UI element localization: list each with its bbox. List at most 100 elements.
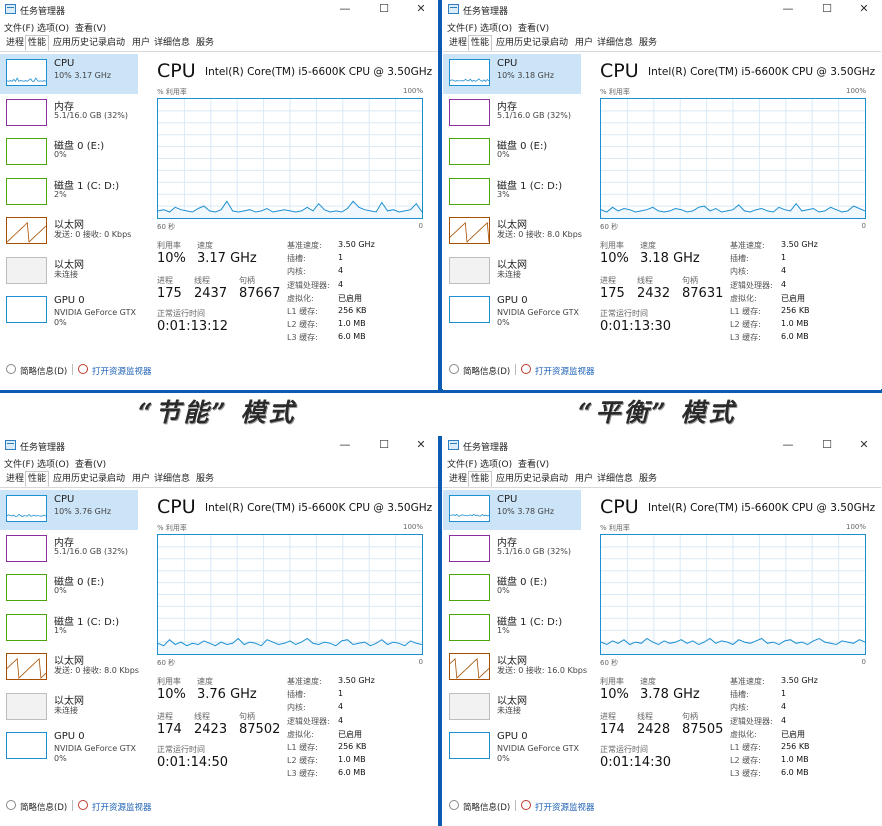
sidebar-item-disk-1[interactable]: 磁盘 1 (C: D:) 2% bbox=[0, 173, 138, 213]
brief-info-button[interactable]: 简略信息(D) bbox=[20, 801, 67, 813]
minimize-button[interactable]: — bbox=[330, 1, 360, 17]
chevron-up-icon[interactable] bbox=[449, 800, 459, 810]
spec-key: L2 缓存: bbox=[730, 756, 761, 766]
tab-0[interactable]: 进程 bbox=[447, 36, 469, 50]
menu-item-0[interactable]: 文件(F) bbox=[447, 21, 477, 34]
sidebar-item-cpu[interactable]: CPU 10% 3.18 GHz bbox=[443, 54, 581, 94]
menu-item-0[interactable]: 文件(F) bbox=[4, 457, 34, 470]
sidebar-item-ethernet-2[interactable]: 以太网 未连接 bbox=[443, 688, 581, 728]
tab-6[interactable]: 服务 bbox=[194, 36, 216, 50]
menu-item-0[interactable]: 文件(F) bbox=[4, 21, 34, 34]
tab-3[interactable]: 启动 bbox=[105, 472, 127, 486]
cpu-model-name: Intel(R) Core(TM) i5-6600K CPU @ 3.50GHz bbox=[648, 502, 876, 514]
sidebar-item-ethernet-1[interactable]: 以太网 发送: 0 接收: 16.0 Kbps bbox=[443, 648, 587, 688]
sidebar-item-ethernet-1[interactable]: 以太网 发送: 0 接收: 0 Kbps bbox=[0, 212, 138, 252]
sidebar-item-memory[interactable]: 内存 5.1/16.0 GB (32%) bbox=[0, 94, 138, 134]
sidebar-item-label: GPU 0 bbox=[497, 731, 528, 742]
sidebar-item-memory[interactable]: 内存 5.1/16.0 GB (32%) bbox=[0, 530, 138, 570]
menu-item-2[interactable]: 查看(V) bbox=[75, 21, 106, 34]
menu-item-1[interactable]: 选项(O) bbox=[37, 21, 69, 34]
menu-item-2[interactable]: 查看(V) bbox=[75, 457, 106, 470]
open-resource-monitor-link[interactable]: 打开资源监视器 bbox=[92, 801, 152, 813]
tab-1[interactable]: 性能 bbox=[25, 471, 50, 487]
tab-6[interactable]: 服务 bbox=[194, 472, 216, 486]
footer-divider bbox=[72, 800, 73, 811]
brief-info-button[interactable]: 简略信息(D) bbox=[20, 365, 67, 377]
sidebar-item-ethernet-1[interactable]: 以太网 发送: 0 接收: 8.0 Kbps bbox=[0, 648, 139, 688]
maximize-button[interactable]: ☐ bbox=[812, 437, 842, 453]
sidebar-item-ethernet-1[interactable]: 以太网 发送: 0 接收: 8.0 Kbps bbox=[443, 212, 582, 252]
minimize-button[interactable]: — bbox=[330, 437, 360, 453]
tab-0[interactable]: 进程 bbox=[4, 472, 26, 486]
sidebar-item-memory[interactable]: 内存 5.1/16.0 GB (32%) bbox=[443, 530, 581, 570]
maximize-button[interactable]: ☐ bbox=[812, 1, 842, 17]
tab-4[interactable]: 用户 bbox=[573, 472, 595, 486]
resource-monitor-icon[interactable] bbox=[521, 364, 531, 374]
sidebar-item-disk-1[interactable]: 磁盘 1 (C: D:) 1% bbox=[443, 609, 581, 649]
chevron-up-icon[interactable] bbox=[6, 364, 16, 374]
close-button[interactable]: ✕ bbox=[849, 437, 879, 453]
menu-item-2[interactable]: 查看(V) bbox=[518, 457, 549, 470]
tab-6[interactable]: 服务 bbox=[637, 36, 659, 50]
tab-5[interactable]: 详细信息 bbox=[595, 472, 635, 486]
resource-monitor-icon[interactable] bbox=[521, 800, 531, 810]
open-resource-monitor-link[interactable]: 打开资源监视器 bbox=[535, 801, 595, 813]
menu-item-1[interactable]: 选项(O) bbox=[480, 457, 512, 470]
sidebar-item-ethernet-2[interactable]: 以太网 未连接 bbox=[0, 688, 138, 728]
close-button[interactable]: ✕ bbox=[406, 1, 436, 17]
tab-3[interactable]: 启动 bbox=[548, 472, 570, 486]
close-button[interactable]: ✕ bbox=[849, 1, 879, 17]
tab-5[interactable]: 详细信息 bbox=[152, 472, 192, 486]
tab-4[interactable]: 用户 bbox=[573, 36, 595, 50]
maximize-button[interactable]: ☐ bbox=[369, 437, 399, 453]
chevron-up-icon[interactable] bbox=[449, 364, 459, 374]
tab-4[interactable]: 用户 bbox=[130, 36, 152, 50]
sidebar-item-disk-0[interactable]: 磁盘 0 (E:) 0% bbox=[0, 569, 138, 609]
open-resource-monitor-link[interactable]: 打开资源监视器 bbox=[92, 365, 152, 377]
menu-item-0[interactable]: 文件(F) bbox=[447, 457, 477, 470]
maximize-button[interactable]: ☐ bbox=[369, 1, 399, 17]
tab-5[interactable]: 详细信息 bbox=[595, 36, 635, 50]
tab-0[interactable]: 进程 bbox=[4, 36, 26, 50]
tab-0[interactable]: 进程 bbox=[447, 472, 469, 486]
sidebar-item-disk-1[interactable]: 磁盘 1 (C: D:) 1% bbox=[0, 609, 138, 649]
chevron-up-icon[interactable] bbox=[6, 800, 16, 810]
tab-6[interactable]: 服务 bbox=[637, 472, 659, 486]
brief-info-button[interactable]: 简略信息(D) bbox=[463, 365, 510, 377]
menu-item-1[interactable]: 选项(O) bbox=[480, 21, 512, 34]
tab-1[interactable]: 性能 bbox=[468, 35, 493, 51]
tab-2[interactable]: 应用历史记录 bbox=[51, 472, 109, 486]
resource-monitor-icon[interactable] bbox=[78, 364, 88, 374]
sidebar-item-gpu[interactable]: GPU 0 NVIDIA GeForce GTX 0% bbox=[0, 291, 138, 331]
menu-item-1[interactable]: 选项(O) bbox=[37, 457, 69, 470]
resource-monitor-icon[interactable] bbox=[78, 800, 88, 810]
tab-2[interactable]: 应用历史记录 bbox=[51, 36, 109, 50]
sidebar-item-disk-0[interactable]: 磁盘 0 (E:) 0% bbox=[0, 133, 138, 173]
sidebar-item-gpu[interactable]: GPU 0 NVIDIA GeForce GTX 0% bbox=[443, 291, 581, 331]
tab-3[interactable]: 启动 bbox=[105, 36, 127, 50]
sidebar-item-cpu[interactable]: CPU 10% 3.76 GHz bbox=[0, 490, 138, 530]
sidebar-item-ethernet-2[interactable]: 以太网 未连接 bbox=[443, 252, 581, 292]
minimize-button[interactable]: — bbox=[773, 1, 803, 17]
sidebar-item-memory[interactable]: 内存 5.1/16.0 GB (32%) bbox=[443, 94, 581, 134]
tab-3[interactable]: 启动 bbox=[548, 36, 570, 50]
minimize-button[interactable]: — bbox=[773, 437, 803, 453]
sidebar-item-disk-0[interactable]: 磁盘 0 (E:) 0% bbox=[443, 569, 581, 609]
close-button[interactable]: ✕ bbox=[406, 437, 436, 453]
tab-1[interactable]: 性能 bbox=[468, 471, 493, 487]
tab-4[interactable]: 用户 bbox=[130, 472, 152, 486]
sidebar-item-gpu[interactable]: GPU 0 NVIDIA GeForce GTX 0% bbox=[0, 727, 138, 767]
sidebar-item-disk-0[interactable]: 磁盘 0 (E:) 0% bbox=[443, 133, 581, 173]
open-resource-monitor-link[interactable]: 打开资源监视器 bbox=[535, 365, 595, 377]
tab-2[interactable]: 应用历史记录 bbox=[494, 36, 552, 50]
tab-2[interactable]: 应用历史记录 bbox=[494, 472, 552, 486]
tab-5[interactable]: 详细信息 bbox=[152, 36, 192, 50]
tab-1[interactable]: 性能 bbox=[25, 35, 50, 51]
sidebar-item-ethernet-2[interactable]: 以太网 未连接 bbox=[0, 252, 138, 292]
menu-item-2[interactable]: 查看(V) bbox=[518, 21, 549, 34]
sidebar-item-disk-1[interactable]: 磁盘 1 (C: D:) 3% bbox=[443, 173, 581, 213]
sidebar-item-cpu[interactable]: CPU 10% 3.78 GHz bbox=[443, 490, 581, 530]
sidebar-item-gpu[interactable]: GPU 0 NVIDIA GeForce GTX 0% bbox=[443, 727, 581, 767]
sidebar-item-cpu[interactable]: CPU 10% 3.17 GHz bbox=[0, 54, 138, 94]
brief-info-button[interactable]: 简略信息(D) bbox=[463, 801, 510, 813]
